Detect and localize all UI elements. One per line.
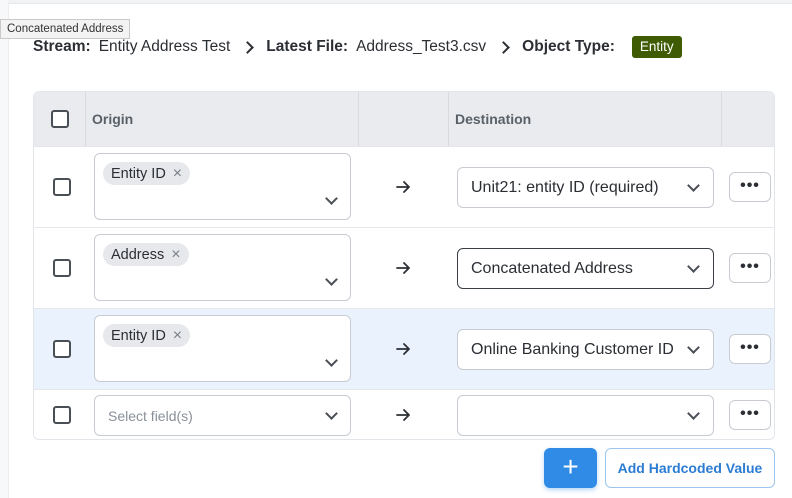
more-options-button[interactable]: ••• [729, 334, 771, 364]
destination-value: Online Banking Customer ID [471, 341, 674, 358]
more-options-button[interactable]: ••• [729, 253, 771, 283]
table-row: Entity ID × Unit21: entity ID (required)… [34, 146, 774, 227]
destination-value: Concatenated Address [471, 260, 633, 277]
destination-value: Unit21: entity ID (required) [471, 179, 659, 196]
row-checkbox[interactable] [53, 406, 71, 424]
destination-select[interactable]: Unit21: entity ID (required) [457, 167, 714, 208]
chevron-down-icon[interactable] [687, 179, 700, 192]
chevron-right-icon [497, 40, 511, 54]
table-row: Address × Concatenated Address ••• [34, 227, 774, 308]
remove-chip-icon[interactable]: × [171, 246, 180, 263]
destination-select[interactable] [457, 395, 714, 436]
stream-label: Stream: [33, 38, 91, 55]
tooltip: Concatenated Address [0, 19, 131, 39]
breadcrumb: Stream: Entity Address Test Latest File:… [33, 36, 682, 58]
object-type-label: Object Type: [522, 38, 615, 55]
chevron-down-icon[interactable] [687, 341, 700, 354]
origin-chip-label: Entity ID [111, 165, 166, 182]
arrow-right-icon [396, 409, 410, 421]
add-hardcoded-value-button[interactable]: Add Hardcoded Value [605, 448, 775, 488]
chevron-down-icon[interactable] [687, 407, 700, 420]
select-all-checkbox[interactable] [51, 110, 69, 128]
origin-chip: Entity ID × [103, 324, 191, 347]
origin-column-header: Origin [92, 111, 134, 127]
origin-select[interactable]: Entity ID × [94, 315, 351, 382]
remove-chip-icon[interactable]: × [173, 327, 182, 344]
remove-chip-icon[interactable]: × [173, 165, 182, 182]
table-header: Origin Destination [34, 92, 774, 146]
add-mapping-button[interactable]: + [544, 448, 597, 488]
chevron-down-icon[interactable] [687, 260, 700, 273]
stream-value: Entity Address Test [98, 38, 231, 55]
column-divider [721, 92, 722, 146]
top-panel-edge [8, 0, 792, 4]
origin-chip-label: Address [111, 246, 165, 263]
row-checkbox[interactable] [53, 259, 71, 277]
chevron-down-icon[interactable] [325, 273, 338, 286]
destination-column-header: Destination [455, 111, 532, 127]
latest-file-value: Address_Test3.csv [356, 38, 487, 55]
more-options-button[interactable]: ••• [729, 172, 771, 202]
destination-select[interactable]: Concatenated Address [457, 248, 714, 289]
origin-chip: Address × [103, 243, 189, 266]
row-checkbox[interactable] [53, 340, 71, 358]
destination-select[interactable]: Online Banking Customer ID [457, 329, 714, 370]
arrow-right-icon [396, 343, 410, 355]
latest-file-label: Latest File: [266, 38, 349, 55]
table-row: Select field(s) ••• [34, 389, 774, 439]
arrow-right-icon [396, 181, 410, 193]
column-divider [85, 92, 86, 146]
row-checkbox[interactable] [53, 178, 71, 196]
column-divider [358, 92, 359, 146]
chevron-right-icon [241, 40, 255, 54]
origin-select[interactable]: Address × [94, 234, 351, 301]
object-type-badge: Entity [631, 36, 682, 58]
origin-select[interactable]: Entity ID × [94, 153, 351, 220]
origin-chip: Entity ID × [103, 162, 191, 185]
more-options-button[interactable]: ••• [729, 400, 771, 430]
table-row: Entity ID × Online Banking Customer ID •… [34, 308, 774, 389]
origin-select[interactable]: Select field(s) [94, 395, 351, 436]
chevron-down-icon[interactable] [325, 354, 338, 367]
arrow-right-icon [396, 262, 410, 274]
mapping-table: Origin Destination Entity ID × Unit21: e… [33, 91, 775, 440]
column-divider [448, 92, 449, 146]
origin-chip-label: Entity ID [111, 327, 166, 344]
origin-placeholder: Select field(s) [108, 408, 193, 424]
left-panel-edge [0, 0, 9, 498]
chevron-down-icon[interactable] [325, 407, 338, 420]
chevron-down-icon[interactable] [325, 192, 338, 205]
